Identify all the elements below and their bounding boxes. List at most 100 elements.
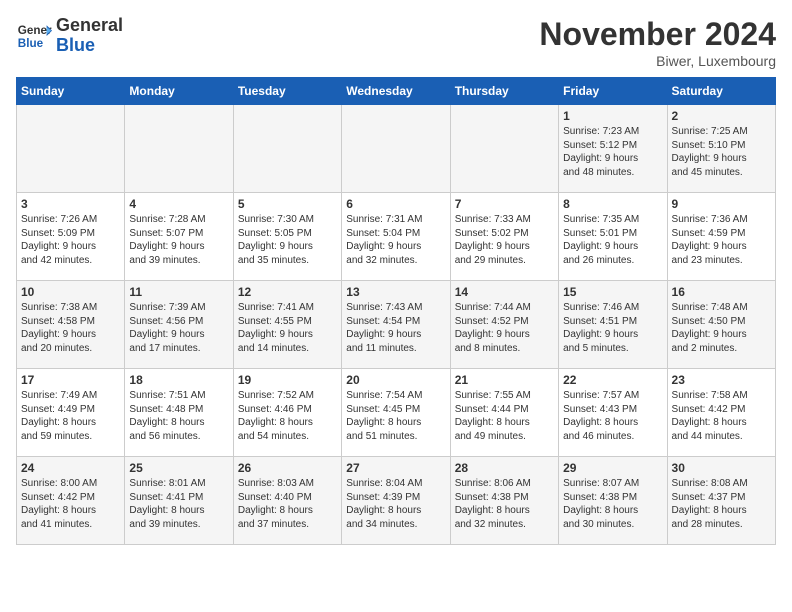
- day-info: Sunrise: 7:35 AM Sunset: 5:01 PM Dayligh…: [563, 213, 662, 267]
- calendar-header: SundayMondayTuesdayWednesdayThursdayFrid…: [17, 78, 776, 105]
- weekday-header-friday: Friday: [559, 78, 667, 105]
- day-cell: 23 Sunrise: 7:58 AM Sunset: 4:42 PM Dayli…: [667, 369, 775, 457]
- day-info: Sunrise: 7:51 AM Sunset: 4:48 PM Dayligh…: [129, 389, 228, 443]
- location-text: Biwer, Luxembourg: [539, 53, 776, 69]
- day-number: 13: [346, 285, 445, 299]
- day-info: Sunrise: 7:28 AM Sunset: 5:07 PM Dayligh…: [129, 213, 228, 267]
- day-info: Sunrise: 7:49 AM Sunset: 4:49 PM Dayligh…: [21, 389, 120, 443]
- day-info: Sunrise: 8:04 AM Sunset: 4:39 PM Dayligh…: [346, 477, 445, 531]
- day-cell: 26 Sunrise: 8:03 AM Sunset: 4:40 PM Dayli…: [233, 457, 341, 545]
- day-cell: 8 Sunrise: 7:35 AM Sunset: 5:01 PM Daylig…: [559, 193, 667, 281]
- day-cell: 29Sunrise: 8:07 AM Sunset: 4:38 PM Dayli…: [559, 457, 667, 545]
- day-cell: 19 Sunrise: 7:52 AM Sunset: 4:46 PM Dayli…: [233, 369, 341, 457]
- day-cell: 18 Sunrise: 7:51 AM Sunset: 4:48 PM Dayli…: [125, 369, 233, 457]
- day-info: Sunrise: 8:03 AM Sunset: 4:40 PM Dayligh…: [238, 477, 337, 531]
- day-number: 17: [21, 373, 120, 387]
- day-info: Sunrise: 7:41 AM Sunset: 4:55 PM Dayligh…: [238, 301, 337, 355]
- day-cell: 7Sunrise: 7:33 AM Sunset: 5:02 PM Daylig…: [450, 193, 558, 281]
- day-cell: 6 Sunrise: 7:31 AM Sunset: 5:04 PM Daylig…: [342, 193, 450, 281]
- calendar-table: SundayMondayTuesdayWednesdayThursdayFrid…: [16, 77, 776, 545]
- day-info: Sunrise: 7:46 AM Sunset: 4:51 PM Dayligh…: [563, 301, 662, 355]
- day-number: 19: [238, 373, 337, 387]
- weekday-header-saturday: Saturday: [667, 78, 775, 105]
- day-number: 14: [455, 285, 554, 299]
- header-row: SundayMondayTuesdayWednesdayThursdayFrid…: [17, 78, 776, 105]
- day-cell: 17 Sunrise: 7:49 AM Sunset: 4:49 PM Dayli…: [17, 369, 125, 457]
- day-info: Sunrise: 7:48 AM Sunset: 4:50 PM Dayligh…: [672, 301, 771, 355]
- day-cell: 24Sunrise: 8:00 AM Sunset: 4:42 PM Dayli…: [17, 457, 125, 545]
- day-number: 28: [455, 461, 554, 475]
- day-number: 18: [129, 373, 228, 387]
- day-info: Sunrise: 7:58 AM Sunset: 4:42 PM Dayligh…: [672, 389, 771, 443]
- day-number: 5: [238, 197, 337, 211]
- day-number: 15: [563, 285, 662, 299]
- day-cell: 1 Sunrise: 7:23 AM Sunset: 5:12 PM Daylig…: [559, 105, 667, 193]
- day-number: 8: [563, 197, 662, 211]
- day-info: Sunrise: 7:52 AM Sunset: 4:46 PM Dayligh…: [238, 389, 337, 443]
- day-number: 16: [672, 285, 771, 299]
- day-cell: 14 Sunrise: 7:44 AM Sunset: 4:52 PM Dayli…: [450, 281, 558, 369]
- weekday-header-tuesday: Tuesday: [233, 78, 341, 105]
- day-cell: 25 Sunrise: 8:01 AM Sunset: 4:41 PM Dayli…: [125, 457, 233, 545]
- day-cell: 4 Sunrise: 7:28 AM Sunset: 5:07 PM Daylig…: [125, 193, 233, 281]
- day-info: Sunrise: 7:25 AM Sunset: 5:10 PM Dayligh…: [672, 125, 771, 179]
- day-info: Sunrise: 7:43 AM Sunset: 4:54 PM Dayligh…: [346, 301, 445, 355]
- day-cell: 20Sunrise: 7:54 AM Sunset: 4:45 PM Dayli…: [342, 369, 450, 457]
- day-info: Sunrise: 7:31 AM Sunset: 5:04 PM Dayligh…: [346, 213, 445, 267]
- day-info: Sunrise: 8:08 AM Sunset: 4:37 PM Dayligh…: [672, 477, 771, 531]
- week-row-3: 10 Sunrise: 7:38 AM Sunset: 4:58 PM Dayli…: [17, 281, 776, 369]
- week-row-4: 17 Sunrise: 7:49 AM Sunset: 4:49 PM Dayli…: [17, 369, 776, 457]
- day-cell: 5Sunrise: 7:30 AM Sunset: 5:05 PM Daylig…: [233, 193, 341, 281]
- day-number: 6: [346, 197, 445, 211]
- page-header: General Blue General Blue November 2024 …: [16, 16, 776, 69]
- day-number: 30: [672, 461, 771, 475]
- logo-text-blue: Blue: [56, 36, 123, 56]
- day-info: Sunrise: 7:23 AM Sunset: 5:12 PM Dayligh…: [563, 125, 662, 179]
- day-number: 9: [672, 197, 771, 211]
- day-cell: 13 Sunrise: 7:43 AM Sunset: 4:54 PM Dayli…: [342, 281, 450, 369]
- day-info: Sunrise: 7:26 AM Sunset: 5:09 PM Dayligh…: [21, 213, 120, 267]
- day-number: 12: [238, 285, 337, 299]
- weekday-header-monday: Monday: [125, 78, 233, 105]
- logo: General Blue General Blue: [16, 16, 123, 56]
- week-row-1: 1 Sunrise: 7:23 AM Sunset: 5:12 PM Daylig…: [17, 105, 776, 193]
- day-cell: 2 Sunrise: 7:25 AM Sunset: 5:10 PM Daylig…: [667, 105, 775, 193]
- day-cell: 27Sunrise: 8:04 AM Sunset: 4:39 PM Dayli…: [342, 457, 450, 545]
- day-cell: 22Sunrise: 7:57 AM Sunset: 4:43 PM Dayli…: [559, 369, 667, 457]
- day-info: Sunrise: 8:01 AM Sunset: 4:41 PM Dayligh…: [129, 477, 228, 531]
- day-number: 1: [563, 109, 662, 123]
- week-row-5: 24Sunrise: 8:00 AM Sunset: 4:42 PM Dayli…: [17, 457, 776, 545]
- logo-text-general: General: [56, 16, 123, 36]
- week-row-2: 3 Sunrise: 7:26 AM Sunset: 5:09 PM Daylig…: [17, 193, 776, 281]
- day-info: Sunrise: 7:57 AM Sunset: 4:43 PM Dayligh…: [563, 389, 662, 443]
- day-number: 4: [129, 197, 228, 211]
- day-cell: 16 Sunrise: 7:48 AM Sunset: 4:50 PM Dayli…: [667, 281, 775, 369]
- day-cell: 9 Sunrise: 7:36 AM Sunset: 4:59 PM Daylig…: [667, 193, 775, 281]
- day-cell: [17, 105, 125, 193]
- day-info: Sunrise: 8:06 AM Sunset: 4:38 PM Dayligh…: [455, 477, 554, 531]
- day-cell: 11Sunrise: 7:39 AM Sunset: 4:56 PM Dayli…: [125, 281, 233, 369]
- day-info: Sunrise: 7:33 AM Sunset: 5:02 PM Dayligh…: [455, 213, 554, 267]
- day-cell: 30 Sunrise: 8:08 AM Sunset: 4:37 PM Dayli…: [667, 457, 775, 545]
- title-block: November 2024 Biwer, Luxembourg: [539, 16, 776, 69]
- day-number: 3: [21, 197, 120, 211]
- day-number: 26: [238, 461, 337, 475]
- day-info: Sunrise: 7:38 AM Sunset: 4:58 PM Dayligh…: [21, 301, 120, 355]
- day-number: 25: [129, 461, 228, 475]
- day-number: 21: [455, 373, 554, 387]
- weekday-header-thursday: Thursday: [450, 78, 558, 105]
- day-info: Sunrise: 7:36 AM Sunset: 4:59 PM Dayligh…: [672, 213, 771, 267]
- day-cell: 12 Sunrise: 7:41 AM Sunset: 4:55 PM Dayli…: [233, 281, 341, 369]
- day-info: Sunrise: 7:44 AM Sunset: 4:52 PM Dayligh…: [455, 301, 554, 355]
- day-number: 10: [21, 285, 120, 299]
- day-number: 23: [672, 373, 771, 387]
- svg-text:Blue: Blue: [18, 37, 44, 50]
- day-info: Sunrise: 7:55 AM Sunset: 4:44 PM Dayligh…: [455, 389, 554, 443]
- day-number: 24: [21, 461, 120, 475]
- day-cell: [342, 105, 450, 193]
- day-cell: 21 Sunrise: 7:55 AM Sunset: 4:44 PM Dayli…: [450, 369, 558, 457]
- day-number: 2: [672, 109, 771, 123]
- day-cell: [233, 105, 341, 193]
- day-info: Sunrise: 7:39 AM Sunset: 4:56 PM Dayligh…: [129, 301, 228, 355]
- weekday-header-sunday: Sunday: [17, 78, 125, 105]
